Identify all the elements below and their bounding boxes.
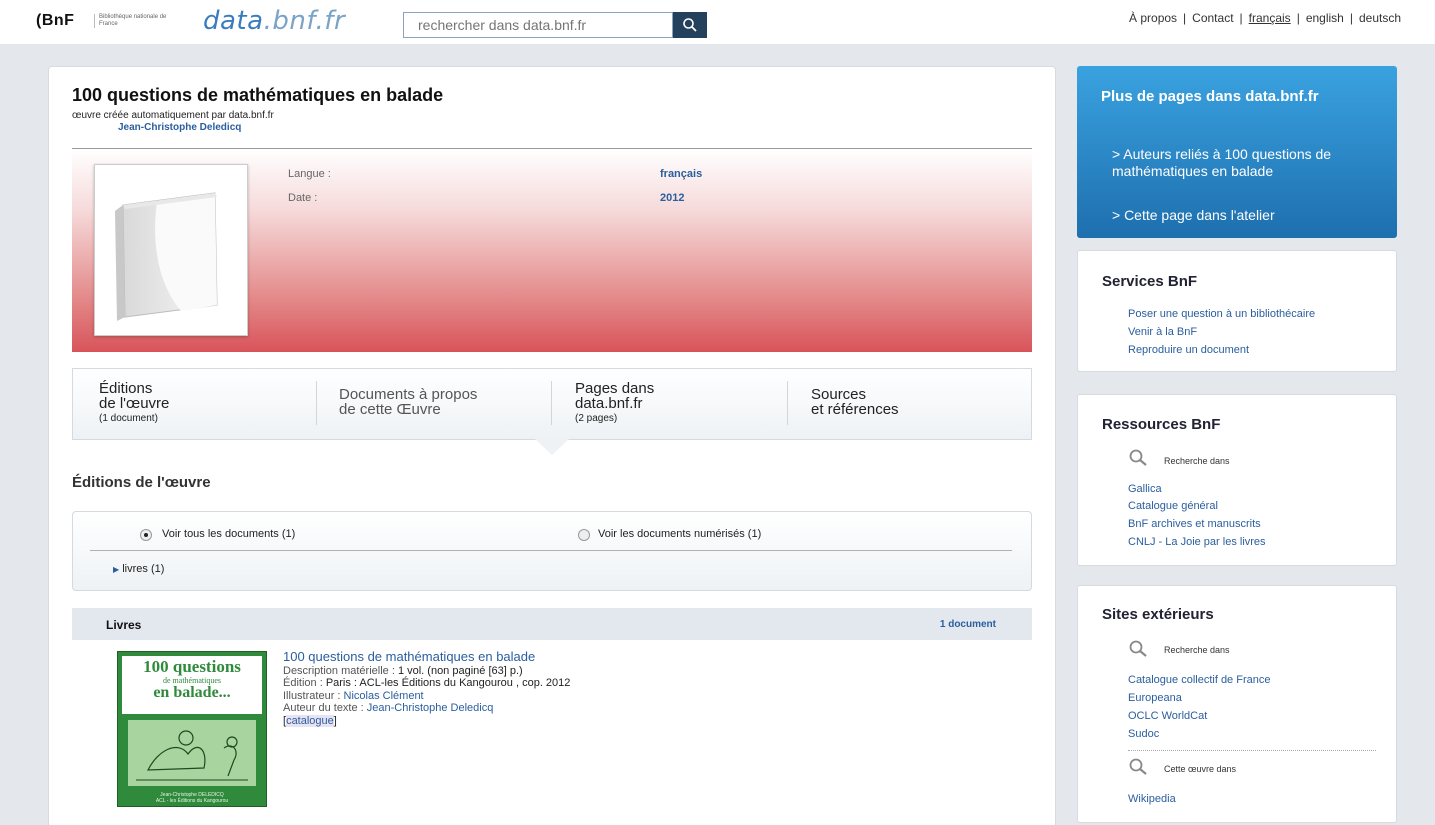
tab-separator (787, 381, 788, 425)
catalogue-link[interactable]: catalogue (286, 714, 334, 727)
more-pages-title: Plus de pages dans data.bnf.fr (1101, 88, 1319, 105)
resources-title: Ressources BnF (1102, 416, 1221, 433)
author-link[interactable]: Jean-Christophe Deledicq (118, 122, 241, 133)
top-bar: (BnF Bibliothèque nationale de France da… (0, 0, 1435, 44)
link-contact[interactable]: Contact (1192, 11, 1233, 25)
service-link-venir[interactable]: Venir à la BnF (1128, 326, 1197, 338)
date-label: Date : (288, 192, 318, 204)
divider (1128, 750, 1376, 751)
livres-header: Livres 1 document (72, 608, 1032, 640)
external-link-europeana[interactable]: Europeana (1128, 692, 1182, 704)
date-value: 2012 (660, 192, 685, 204)
service-link-question[interactable]: Poser une question à un bibliothécaire (1128, 308, 1315, 320)
resource-link-gallica[interactable]: Gallica (1128, 483, 1162, 495)
filter-digitized-label[interactable]: Voir les documents numérisés (1) (598, 528, 761, 540)
book-cover-image[interactable]: 100 questions de mathématiques en balade… (117, 651, 267, 807)
document-title-link[interactable]: 100 questions de mathématiques en balade (283, 649, 535, 664)
services-panel: Services BnF Poser une question à un bib… (1077, 250, 1397, 372)
tab-separator (551, 381, 552, 425)
atelier-link[interactable]: > Cette page dans l'atelier (1112, 207, 1352, 224)
link-apropos[interactable]: À propos (1129, 11, 1177, 25)
external-search-label: Recherche dans (1164, 645, 1230, 655)
resource-link-catalogue[interactable]: Catalogue général (1128, 500, 1218, 512)
section-title: Éditions de l'œuvre (72, 474, 211, 491)
work-subtitle: œuvre créée automatiquement par data.bnf… (72, 110, 274, 121)
resources-panel: Ressources BnF Recherche dans Gallica Ca… (1077, 394, 1397, 566)
illustrator-link[interactable]: Nicolas Clément (344, 690, 424, 702)
tab-separator (316, 381, 317, 425)
tab-bar: Éditions de l'œuvre (1 document) Documen… (72, 368, 1032, 440)
document-entry: 100 questions de mathématiques en balade… (283, 649, 571, 727)
magnifier-icon (1129, 449, 1147, 466)
filter-divider (90, 550, 1012, 551)
livres-title: Livres (106, 618, 142, 632)
radio-digitized-documents[interactable] (578, 529, 590, 541)
language-label: Langue : (288, 168, 331, 180)
link-deutsch[interactable]: deutsch (1359, 11, 1401, 25)
related-authors-link[interactable]: > Auteurs reliés à 100 questions de math… (1112, 146, 1352, 180)
search-icon (683, 18, 697, 32)
language-value[interactable]: français (660, 168, 702, 180)
resource-link-cnlj[interactable]: CNLJ - La Joie par les livres (1128, 536, 1266, 548)
tab-pages-data[interactable]: Pages dans data.bnf.fr (2 pages) (575, 381, 654, 453)
external-link-worldcat[interactable]: OCLC WorldCat (1128, 710, 1207, 722)
external-link-wikipedia[interactable]: Wikipedia (1128, 793, 1176, 805)
magnifier-icon (1129, 640, 1147, 657)
magnifier-icon (1129, 758, 1147, 775)
page-title: 100 questions de mathématiques en balade (72, 85, 444, 105)
oeuvre-search-label: Cette œuvre dans (1164, 764, 1237, 774)
tab-documents-a-propos[interactable]: Documents à propos de cette Œuvre (339, 387, 477, 459)
service-link-reproduire[interactable]: Reproduire un document (1128, 344, 1249, 356)
external-sites-panel: Sites extérieurs Recherche dans Catalogu… (1077, 585, 1397, 823)
filter-all-label[interactable]: Voir tous les documents (1) (162, 528, 295, 540)
external-title: Sites extérieurs (1102, 606, 1214, 623)
radio-all-documents[interactable] (140, 529, 152, 541)
bnf-logo[interactable]: (BnF (36, 12, 74, 30)
tab-editions[interactable]: Éditions de l'œuvre (1 document) (99, 381, 169, 453)
resources-search-label: Recherche dans (1164, 456, 1230, 466)
bnf-logo-subtitle: Bibliothèque nationale de France (94, 14, 174, 28)
link-francais[interactable]: français (1249, 11, 1291, 25)
tab-pointer (535, 439, 569, 455)
services-title: Services BnF (1102, 273, 1198, 290)
search-button[interactable] (673, 12, 707, 38)
book-placeholder-image (94, 164, 248, 336)
resource-link-archives[interactable]: BnF archives et manuscrits (1128, 518, 1261, 530)
livres-count: 1 document (939, 619, 996, 630)
filter-box (72, 511, 1032, 591)
triangle-right-icon: ▶ (113, 565, 120, 574)
cover-illustration (128, 720, 256, 786)
search-input[interactable] (403, 12, 673, 38)
author-text-link[interactable]: Jean-Christophe Deledicq (367, 702, 494, 714)
tab-sources[interactable]: Sources et références (811, 387, 899, 459)
link-english[interactable]: english (1306, 11, 1344, 25)
book-icon (115, 192, 218, 321)
livres-toggle[interactable]: ▶ livres (1) (113, 563, 164, 575)
more-pages-panel: Plus de pages dans data.bnf.fr > Auteurs… (1077, 66, 1397, 238)
external-link-sudoc[interactable]: Sudoc (1128, 728, 1159, 740)
top-links: À propos | Contact | français | english | deutsc… (1129, 11, 1401, 25)
external-link-ccfr[interactable]: Catalogue collectif de France (1128, 674, 1270, 686)
data-bnf-logo[interactable]: data.bnf.fr (203, 6, 345, 36)
